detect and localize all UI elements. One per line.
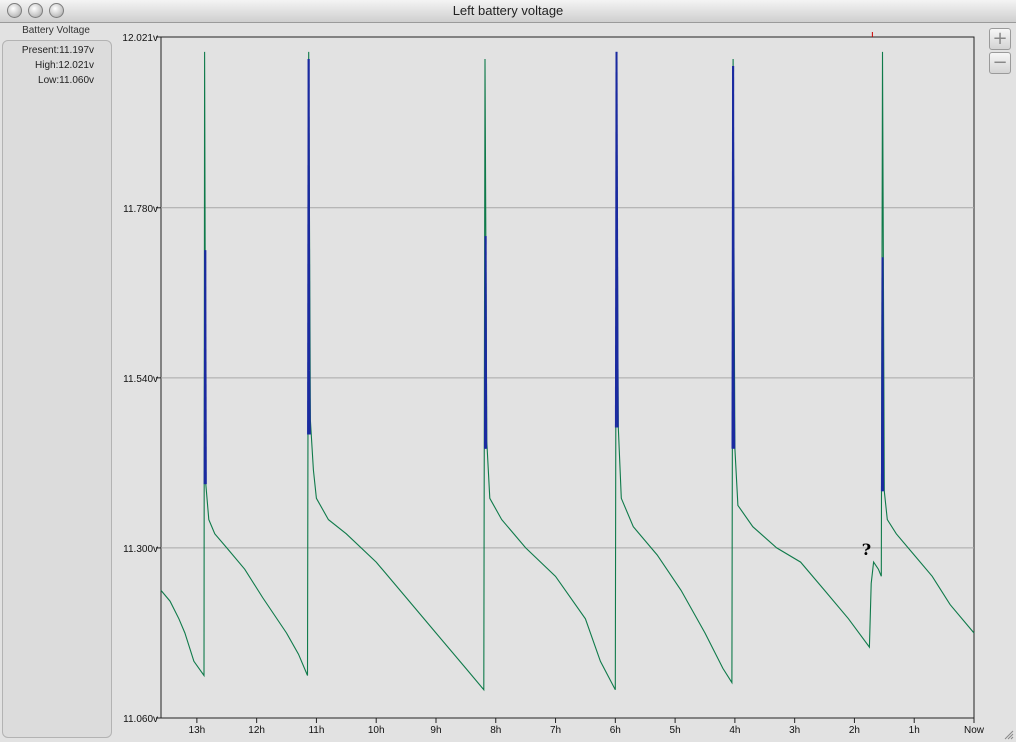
minus-icon: − (992, 52, 1008, 73)
x-tick-label: 13h (189, 725, 206, 736)
annotation-question-mark: ? (862, 540, 871, 559)
voltage-line-charging (615, 51, 619, 251)
x-tick-label: 4h (729, 725, 740, 736)
voltage-line-charging (307, 58, 311, 371)
zoom-in-button[interactable]: + (989, 28, 1011, 50)
x-tick-label: 6h (610, 725, 621, 736)
zoom-out-button[interactable]: − (989, 52, 1011, 74)
resize-grip-icon[interactable] (1004, 730, 1014, 740)
voltage-line-charging (732, 377, 736, 449)
x-tick-label: 12h (248, 725, 265, 736)
voltage-chart: 12.021v 11.780v 11.540v 11.300v 11.060v 13h 12… (122, 32, 985, 736)
y-tick-label: 11.780v (123, 204, 158, 215)
x-tick-label: 2h (849, 725, 860, 736)
x-tick-label: 10h (368, 725, 385, 736)
y-tick-label: 11.540v (123, 374, 158, 385)
voltage-line-charging (881, 257, 885, 492)
x-tick-label: 3h (789, 725, 800, 736)
voltage-line-charging (308, 370, 311, 435)
y-tick-label: 11.060v (123, 714, 158, 725)
y-tick-label: 11.300v (123, 544, 158, 555)
x-tick-label: 1h (909, 725, 920, 736)
voltage-line-charging (204, 250, 207, 485)
y-tick-label: 12.021v (122, 33, 158, 44)
x-tick-label: 5h (670, 725, 681, 736)
x-tick-label: 9h (430, 725, 441, 736)
x-tick-label: 8h (490, 725, 501, 736)
plus-icon: + (992, 28, 1008, 49)
x-tick-label: 7h (550, 725, 561, 736)
voltage-line-charging (484, 236, 488, 449)
voltage-line-charging (616, 250, 619, 428)
battery-window: Left battery voltage Battery Voltage Pre… (0, 0, 1016, 742)
x-tick-label: 11h (308, 725, 324, 736)
x-tick-label: Now (964, 725, 985, 736)
voltage-line-charging (732, 66, 735, 378)
